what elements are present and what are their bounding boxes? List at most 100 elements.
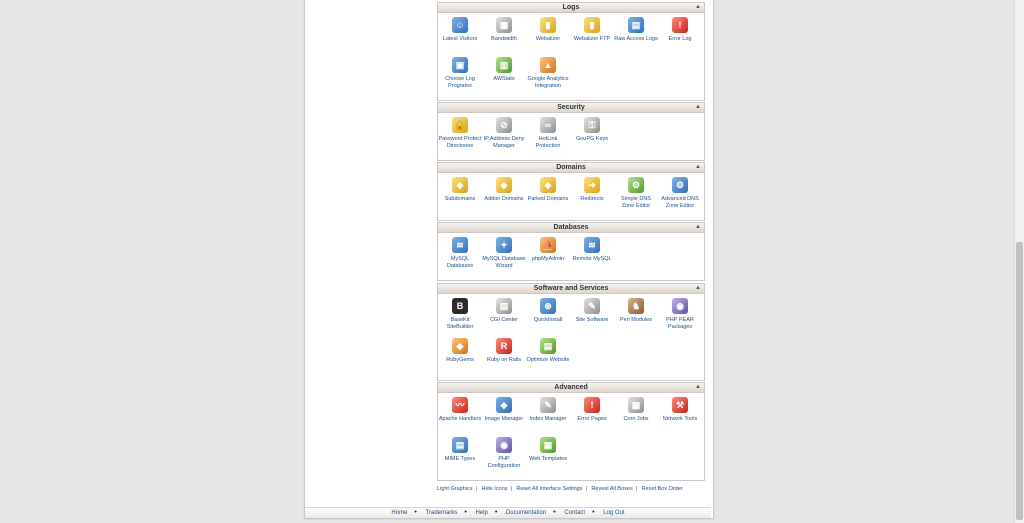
collapse-arrow-icon[interactable]: ▲	[695, 383, 701, 392]
item-label: Ruby on Rails	[486, 357, 522, 363]
bandwidth-item[interactable]: ▦ Bandwidth	[482, 17, 526, 43]
apache-handlers-item[interactable]: 〰 Apache Handlers	[438, 397, 482, 423]
item-label: Google Analytics Integration	[527, 76, 569, 89]
remote-mysql-icon: ≋	[584, 237, 600, 253]
gnupg-keys-item[interactable]: ⚿ GnuPG Keys	[570, 117, 614, 143]
reset-box-order-link[interactable]: Reset Box Order	[642, 486, 683, 492]
google-analytics-icon: ▲	[540, 57, 556, 73]
bullet-separator: •	[494, 509, 498, 516]
reset-interface-settings-link[interactable]: Reset All Interface Settings	[516, 486, 582, 492]
collapse-arrow-icon[interactable]: ▲	[695, 284, 701, 293]
parked-domains-item[interactable]: ◈ Parked Domains	[526, 177, 570, 203]
password-protect-item[interactable]: 🔒 Password Protect Directories	[438, 117, 482, 149]
item-label: Latest Visitors	[442, 36, 478, 42]
simple-dns-item[interactable]: ⚙ Simple DNS Zone Editor	[614, 177, 658, 209]
item-label: Remote MySQL	[572, 256, 612, 262]
footer-help-link[interactable]: Help	[471, 510, 491, 516]
basekit-item[interactable]: B BaseKit SiteBuilder	[438, 298, 482, 330]
error-pages-item[interactable]: ! Error Pages	[570, 397, 614, 423]
item-label: CGI Center	[490, 317, 518, 323]
item-label: Perl Modules	[619, 317, 653, 323]
webalizer-item[interactable]: ▮ Webalizer	[526, 17, 570, 43]
footer-documentation-link[interactable]: Documentation	[502, 510, 550, 516]
collapse-arrow-icon[interactable]: ▲	[695, 163, 701, 172]
collapse-arrow-icon[interactable]: ▲	[695, 3, 701, 12]
item-label: Network Tools	[662, 416, 698, 422]
rubygems-item[interactable]: ◆ RubyGems	[438, 338, 482, 364]
footer-contact-link[interactable]: Contact	[560, 510, 589, 516]
footer-nav: Home • Trademarks • Help • Documentation • C…	[305, 507, 711, 518]
item-label: Subdomains	[444, 196, 476, 202]
security-header[interactable]: Security ▲	[438, 103, 704, 113]
logs-title: Logs	[562, 4, 580, 11]
ruby-on-rails-item[interactable]: R Ruby on Rails	[482, 338, 526, 364]
software-box: Software and Services ▲ B BaseKit SiteBu…	[437, 283, 705, 381]
error-log-item[interactable]: ! Error Log	[658, 17, 702, 43]
web-templates-item[interactable]: ▦ Web Templates	[526, 437, 570, 463]
ip-deny-icon: ⊘	[496, 117, 512, 133]
optimize-website-item[interactable]: ▤ Optimize Website	[526, 338, 570, 364]
advanced-header[interactable]: Advanced ▲	[438, 383, 704, 393]
php-configuration-item[interactable]: ◉ PHP Configuration	[482, 437, 526, 469]
cron-jobs-item[interactable]: ▦ Cron Jobs	[614, 397, 658, 423]
choose-log-programs-item[interactable]: ▣ Choose Log Programs	[438, 57, 482, 89]
scrollbar-thumb[interactable]	[1016, 242, 1023, 520]
site-software-item[interactable]: ✎ Site Software	[570, 298, 614, 324]
hotlink-icon: ∞	[540, 117, 556, 133]
item-label: MySQL Database Wizard	[482, 256, 526, 269]
raw-access-logs-item[interactable]: ▤ Raw Access Logs	[614, 17, 658, 43]
advanced-dns-item[interactable]: ⚙ Advanced DNS Zone Editor	[658, 177, 702, 209]
collapse-arrow-icon[interactable]: ▲	[695, 103, 701, 112]
phpmyadmin-item[interactable]: ⛵ phpMyAdmin	[526, 237, 570, 263]
item-label: Site Software	[575, 317, 609, 323]
item-label: Choose Log Programs	[445, 76, 475, 89]
redirects-item[interactable]: ➜ Redirects	[570, 177, 614, 203]
hide-icons-link[interactable]: Hide Icons	[481, 486, 507, 492]
light-graphics-link[interactable]: Light Graphics	[437, 486, 472, 492]
google-analytics-item[interactable]: ▲ Google Analytics Integration	[526, 57, 570, 89]
domains-header[interactable]: Domains ▲	[438, 163, 704, 173]
reveal-all-boxes-link[interactable]: Reveal All Boxes	[591, 486, 632, 492]
bullet-separator: •	[414, 509, 417, 516]
remote-mysql-item[interactable]: ≋ Remote MySQL	[570, 237, 614, 263]
awstats-item[interactable]: ▥ AWStats	[482, 57, 526, 83]
item-label: Webalizer	[535, 36, 561, 42]
footer-logout-link[interactable]: Log Out	[599, 510, 628, 516]
quickinstall-icon: ⊛	[540, 298, 556, 314]
mysql-databases-item[interactable]: ≋ MySQL Databases	[438, 237, 482, 269]
webalizer-ftp-item[interactable]: ▮ Webalizer FTP	[570, 17, 614, 43]
image-manager-item[interactable]: ◆ Image Manager	[482, 397, 526, 423]
parked-domains-icon: ◈	[540, 177, 556, 193]
cgi-center-item[interactable]: ▤ CGI Center	[482, 298, 526, 324]
domains-title: Domains	[556, 164, 586, 171]
item-label: MIME Types	[444, 456, 476, 462]
software-header[interactable]: Software and Services ▲	[438, 284, 704, 294]
visitors-icon: ☺	[452, 17, 468, 33]
subdomains-item[interactable]: ◈ Subdomains	[438, 177, 482, 203]
php-config-icon: ◉	[496, 437, 512, 453]
logs-header[interactable]: Logs ▲	[438, 3, 704, 13]
scrollbar-track[interactable]	[1014, 0, 1024, 523]
hotlink-item[interactable]: ∞ HotLink Protection	[526, 117, 570, 149]
quickinstall-item[interactable]: ⊛ QuickInstall	[526, 298, 570, 324]
bullet-separator: •	[553, 509, 556, 516]
item-label: BaseKit SiteBuilder	[446, 317, 474, 330]
footer-home-link[interactable]: Home	[387, 510, 411, 516]
index-manager-item[interactable]: ✎ Index Manager	[526, 397, 570, 423]
choose-log-programs-icon: ▣	[452, 57, 468, 73]
latest-visitors-item[interactable]: ☺ Latest Visitors	[438, 17, 482, 43]
mysql-wizard-item[interactable]: ✦ MySQL Database Wizard	[482, 237, 526, 269]
php-pear-item[interactable]: ◉ PHP PEAR Packages	[658, 298, 702, 330]
addon-domains-item[interactable]: ◈ Addon Domains	[482, 177, 526, 203]
network-tools-item[interactable]: ⚒ Network Tools	[658, 397, 702, 423]
ip-deny-item[interactable]: ⊘ IP Address Deny Manager	[482, 117, 526, 149]
cgi-center-icon: ▤	[496, 298, 512, 314]
collapse-arrow-icon[interactable]: ▲	[695, 223, 701, 232]
mime-types-item[interactable]: ▤ MIME Types	[438, 437, 482, 463]
phpmyadmin-icon: ⛵	[540, 237, 556, 253]
item-label: Apache Handlers	[438, 416, 482, 422]
footer-trademarks-link[interactable]: Trademarks	[422, 510, 462, 516]
item-label: Index Manager	[529, 416, 567, 422]
databases-header[interactable]: Databases ▲	[438, 223, 704, 233]
perl-modules-item[interactable]: ♞ Perl Modules	[614, 298, 658, 324]
